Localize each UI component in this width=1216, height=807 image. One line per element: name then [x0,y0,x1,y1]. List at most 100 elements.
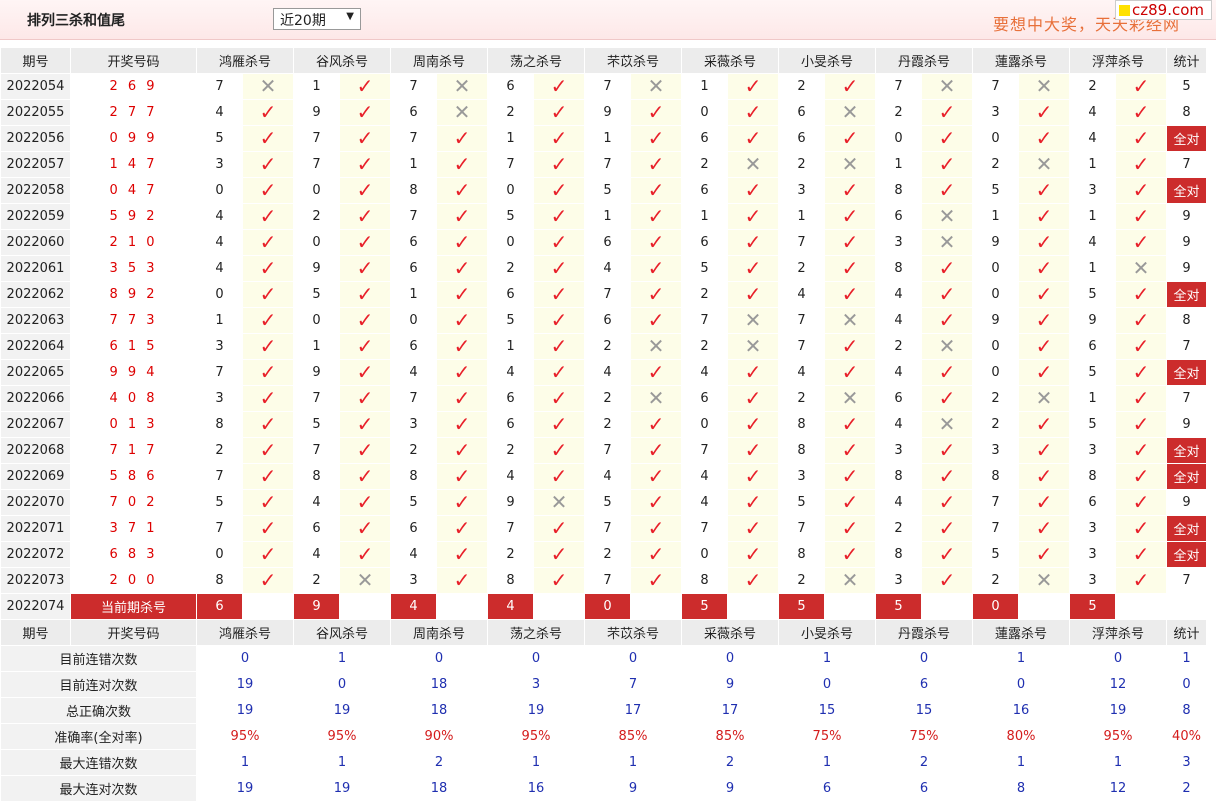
kill-number-cell: 7 [584,73,631,100]
summary-stat-value: 3 [1166,749,1207,776]
result-cell: ✓ [1115,281,1167,308]
kill-number-cell: 6 [487,385,534,412]
check-icon: ✓ [1132,230,1150,254]
result-cell: ✓ [727,541,779,568]
col-expert-header: 小旻杀号 [778,47,876,74]
issue-cell: 2022071 [0,515,71,542]
result-cell: ✓ [921,359,973,386]
issue-cell: 2022066 [0,385,71,412]
summary-value: 18 [390,775,488,802]
summary-value: 2 [681,749,779,776]
col-expert-header: 小旻杀号 [778,619,876,646]
check-icon: ✓ [744,230,762,254]
kill-number-cell: 2 [875,515,922,542]
check-icon: ✓ [259,464,277,488]
check-icon: ✓ [259,516,277,540]
kill-number-cell: 2 [972,151,1019,178]
kill-number-cell: 9 [293,255,340,282]
check-icon: ✓ [356,74,374,98]
result-cell: ✓ [921,567,973,594]
cross-icon: ✕ [841,152,859,176]
summary-value: 6 [875,775,973,802]
check-icon: ✓ [841,334,859,358]
kill-number-cell: 7 [972,515,1019,542]
kill-number-cell: 2 [875,333,922,360]
result-cell: ✓ [824,333,876,360]
result-cell: ✕ [630,333,682,360]
check-icon: ✓ [647,152,665,176]
kill-number-cell: 1 [1069,255,1116,282]
kill-number-cell: 0 [293,229,340,256]
check-icon: ✓ [1035,126,1053,150]
col-expert-header: 谷风杀号 [293,619,391,646]
cross-icon: ✕ [744,334,762,358]
current-blank-cell [727,593,779,620]
summary-stat-value: 8 [1166,697,1207,724]
check-icon: ✓ [453,412,471,436]
site-logo[interactable]: cz89.com [1115,0,1212,20]
check-icon: ✓ [744,256,762,280]
kill-number-cell: 7 [487,515,534,542]
draw-numbers-cell: 2 7 7 [70,99,197,126]
result-cell: ✓ [1115,333,1167,360]
summary-value: 75% [875,723,973,750]
summary-value: 19 [1069,697,1167,724]
check-icon: ✓ [356,334,374,358]
bottom-header-row: 期号 开奖号码 鸿雁杀号 谷风杀号 周南杀号 荡之杀号 芣苡杀号 采薇杀号 小旻杀号 丹霞杀号 蓮露… [0,619,1207,646]
kill-number-cell: 4 [196,229,243,256]
kill-number-cell: 3 [1069,541,1116,568]
kill-number-cell: 0 [681,541,728,568]
result-cell: ✓ [436,281,488,308]
summary-value: 0 [196,645,294,672]
check-icon: ✓ [453,464,471,488]
check-icon: ✓ [647,282,665,306]
all-correct-badge: 全对 [1166,541,1207,568]
table-row: 2022068 7 1 7 2 ✓ 7 ✓ 2 ✓ 2 ✓ 7 ✓ 7 ✓ 8 ✓ 3 ✓ 3 ✓ 3 ✓ 全对 [0,437,1207,464]
col-draw-header: 开奖号码 [70,47,197,74]
kill-number-cell: 2 [778,385,825,412]
kill-number-cell: 5 [778,489,825,516]
check-icon: ✓ [1132,126,1150,150]
kill-number-cell: 3 [1069,177,1116,204]
result-cell: ✓ [727,99,779,126]
result-cell: ✕ [630,73,682,100]
kill-number-cell: 3 [1069,437,1116,464]
result-cell: ✓ [1115,125,1167,152]
result-cell: ✓ [339,255,391,282]
kill-number-cell: 0 [196,281,243,308]
kill-number-cell: 6 [390,333,437,360]
table-row: 2022056 0 9 9 5 ✓ 7 ✓ 7 ✓ 1 ✓ 1 ✓ 6 ✓ 6 ✓ 0 ✓ 0 ✓ 4 ✓ 全对 [0,125,1207,152]
check-icon: ✓ [938,490,956,514]
kill-number-cell: 4 [293,489,340,516]
result-cell: ✓ [727,73,779,100]
check-icon: ✓ [647,542,665,566]
table-row: 2022055 2 7 7 4 ✓ 9 ✓ 6 ✕ 2 ✓ 9 ✓ 0 ✓ 6 ✕ 2 ✓ 3 ✓ 4 ✓ 8 [0,99,1207,126]
result-cell: ✓ [242,229,294,256]
result-cell: ✓ [436,463,488,490]
period-select[interactable]: 近20期 ▼ [273,8,361,30]
result-cell: ✓ [339,281,391,308]
result-cell: ✓ [1018,125,1070,152]
result-cell: ✓ [339,411,391,438]
result-cell: ✓ [242,437,294,464]
result-cell: ✕ [727,333,779,360]
result-cell: ✓ [1018,515,1070,542]
kill-number-cell: 5 [487,307,534,334]
kill-number-cell: 4 [487,463,534,490]
check-icon: ✓ [647,568,665,592]
check-icon: ✓ [550,230,568,254]
summary-value: 0 [875,645,973,672]
kill-number-cell: 6 [681,177,728,204]
col-expert-header: 浮萍杀号 [1069,619,1167,646]
check-icon: ✓ [1132,438,1150,462]
current-kill-number: 4 [390,593,437,620]
result-cell: ✓ [824,411,876,438]
result-cell: ✓ [533,255,585,282]
result-cell: ✕ [824,385,876,412]
draw-numbers-cell: 4 0 8 [70,385,197,412]
result-cell: ✓ [436,333,488,360]
result-cell: ✓ [630,229,682,256]
col-expert-header: 浮萍杀号 [1069,47,1167,74]
summary-value: 0 [778,671,876,698]
result-cell: ✓ [727,255,779,282]
